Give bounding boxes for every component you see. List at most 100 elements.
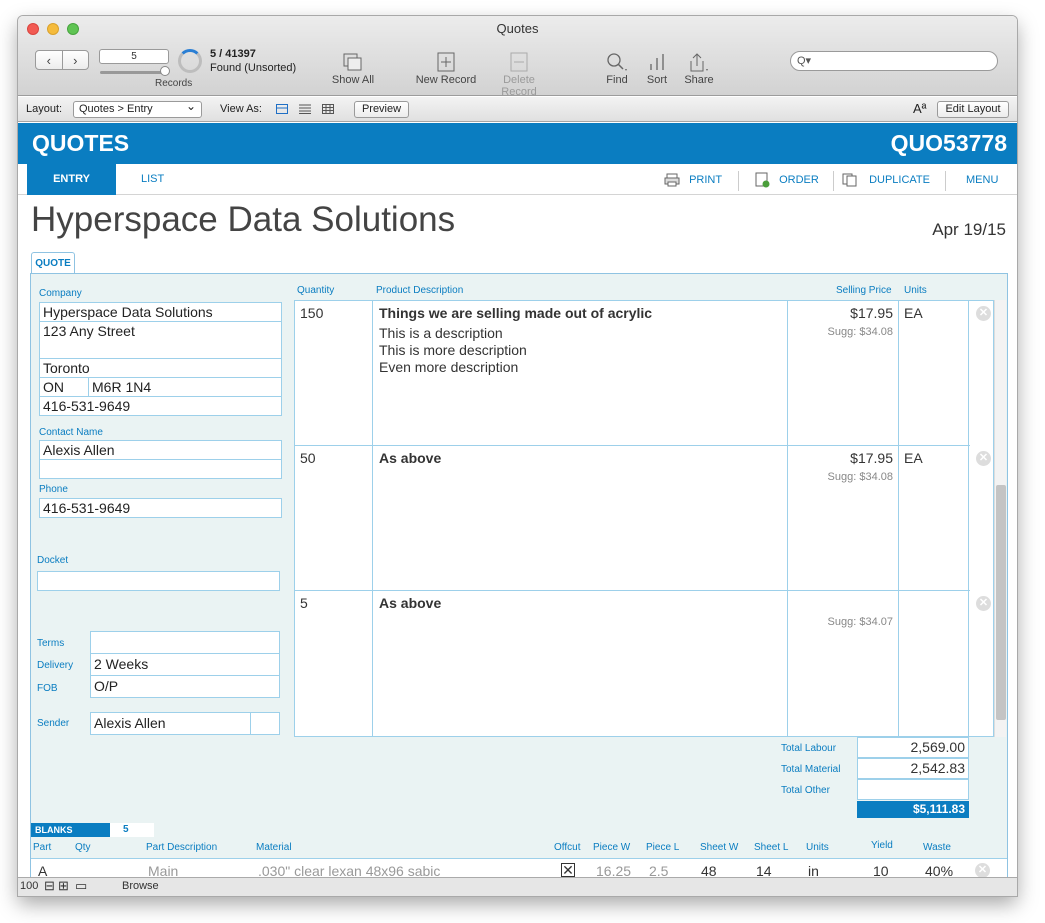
quote-date: Apr 19/15 xyxy=(932,220,1006,239)
record-nav: ‹ › xyxy=(35,50,89,70)
company-heading: Hyperspace Data Solutions xyxy=(31,200,456,239)
form-view-icon[interactable] xyxy=(276,104,288,114)
units-cell[interactable] xyxy=(899,591,969,737)
new-record-button[interactable]: New Record xyxy=(414,50,478,86)
header-title: QUOTES xyxy=(32,130,130,156)
total-labour-label: Total Labour xyxy=(781,743,837,754)
portal-scrollbar[interactable] xyxy=(994,300,1006,737)
blanks-tab[interactable]: BLANKS xyxy=(31,823,110,837)
suggested-price: Sugg: $34.08 xyxy=(827,471,893,483)
delete-record-icon xyxy=(484,50,554,74)
zoom-out-icon[interactable]: ⊟ xyxy=(44,879,55,893)
description-cell[interactable]: Things we are selling made out of acryli… xyxy=(373,301,788,446)
item-line: This is more description xyxy=(379,342,527,358)
tab-quote[interactable]: QUOTE xyxy=(31,252,75,274)
contact-field[interactable]: Alexis Allen xyxy=(39,440,282,460)
zoom-level[interactable]: 100 xyxy=(20,880,38,892)
show-all-button[interactable]: Show All xyxy=(324,50,382,86)
share-button[interactable]: Share xyxy=(684,50,714,86)
divider xyxy=(945,171,946,191)
grand-total: $5,111.83 xyxy=(857,801,969,818)
phone-field[interactable]: 416-531-9649 xyxy=(39,498,282,518)
layout-bar: Layout: Quotes > Entry View As: Preview … xyxy=(18,97,1017,122)
units-cell[interactable]: EA xyxy=(899,301,969,446)
selling-price: $17.95 xyxy=(850,450,893,466)
total-labour-field[interactable]: 2,569.00 xyxy=(857,737,969,758)
offcut-checkbox[interactable]: ✕ xyxy=(561,863,575,877)
price-cell[interactable]: Sugg: $34.07 xyxy=(788,591,899,737)
docket-label: Docket xyxy=(37,555,69,566)
records-label: Records xyxy=(155,78,193,89)
show-all-label: Show All xyxy=(331,74,375,86)
delete-record-label: Delete Record xyxy=(501,74,537,98)
list-view-icon[interactable] xyxy=(299,104,311,114)
description-cell[interactable]: As above xyxy=(373,591,788,737)
sort-icon xyxy=(644,50,670,74)
total-other-field[interactable] xyxy=(857,779,969,800)
table-view-icon[interactable] xyxy=(322,104,334,114)
new-record-icon xyxy=(414,50,478,74)
company-phone-field[interactable]: 416-531-9649 xyxy=(39,396,282,416)
delete-row-icon[interactable]: ✕ xyxy=(976,306,991,321)
order-label: ORDER xyxy=(779,174,819,186)
sort-button[interactable]: Sort xyxy=(644,50,670,86)
quick-find-input[interactable]: Q▾ xyxy=(790,51,998,71)
delete-record-button[interactable]: Delete Record xyxy=(484,50,554,98)
layout-select[interactable]: Quotes > Entry xyxy=(73,99,202,118)
fob-field[interactable]: O/P xyxy=(90,675,280,698)
company-field[interactable]: Hyperspace Data Solutions xyxy=(39,302,282,322)
selling-price: $17.95 xyxy=(850,305,893,321)
toggle-status-area-icon[interactable]: ▭ xyxy=(75,879,87,893)
search-icon: Q▾ xyxy=(797,55,812,67)
blanks-header-sheet-w: Sheet W xyxy=(700,842,739,853)
menu-button[interactable]: MENU xyxy=(966,164,998,195)
record-slider[interactable] xyxy=(100,71,168,74)
text-size-icon[interactable]: Aª xyxy=(913,101,926,116)
description-cell[interactable]: As above xyxy=(373,446,788,591)
tab-entry[interactable]: ENTRY xyxy=(27,164,116,195)
item-title: As above xyxy=(379,450,442,466)
item-line: Even more description xyxy=(379,359,519,375)
phone-label: Phone xyxy=(39,484,68,495)
scrollbar-thumb[interactable] xyxy=(996,485,1006,720)
quote-panel: Company Hyperspace Data Solutions 123 An… xyxy=(30,273,1008,883)
delivery-field[interactable]: 2 Weeks xyxy=(90,653,280,676)
sender-field[interactable]: Alexis Allen xyxy=(90,712,251,735)
next-record-button[interactable]: › xyxy=(63,51,89,69)
divider xyxy=(833,171,834,191)
units-cell[interactable]: EA xyxy=(899,446,969,591)
duplicate-button[interactable]: DUPLICATE xyxy=(842,164,930,195)
contact-field-2[interactable] xyxy=(39,459,282,479)
share-icon xyxy=(684,50,714,74)
find-button[interactable]: Find xyxy=(602,50,632,86)
postal-field[interactable]: M6R 1N4 xyxy=(88,377,282,397)
sort-label: Sort xyxy=(646,74,668,86)
qty-cell[interactable]: 150 xyxy=(295,301,373,446)
delete-row-icon[interactable]: ✕ xyxy=(976,451,991,466)
price-cell[interactable]: $17.95 Sugg: $34.08 xyxy=(788,446,899,591)
province-field[interactable]: ON xyxy=(39,377,89,397)
qty-cell[interactable]: 5 xyxy=(295,591,373,737)
tab-list[interactable]: LIST xyxy=(141,164,164,195)
delete-blank-icon[interactable]: ✕ xyxy=(975,863,990,878)
sender-extra-field[interactable] xyxy=(250,712,280,735)
zoom-in-icon[interactable]: ⊞ xyxy=(58,879,69,893)
print-button[interactable]: PRINT xyxy=(664,164,722,195)
terms-field[interactable] xyxy=(90,631,280,654)
delete-row-icon[interactable]: ✕ xyxy=(976,596,991,611)
edit-layout-button[interactable]: Edit Layout xyxy=(937,101,1009,118)
street-field[interactable]: 123 Any Street xyxy=(39,321,282,359)
record-slider-knob[interactable] xyxy=(160,66,170,76)
quote-number: QUO53778 xyxy=(890,130,1007,156)
record-number-field[interactable]: 5 xyxy=(99,49,169,64)
total-material-field[interactable]: 2,542.83 xyxy=(857,758,969,779)
order-button[interactable]: ORDER xyxy=(754,164,819,195)
prev-record-button[interactable]: ‹ xyxy=(36,51,63,69)
preview-button[interactable]: Preview xyxy=(354,101,409,118)
blanks-header-piece-w: Piece W xyxy=(593,842,631,853)
city-field[interactable]: Toronto xyxy=(39,358,282,378)
line-item-row: 50 As above $17.95 Sugg: $34.08 EA ✕ xyxy=(295,446,991,591)
docket-field[interactable] xyxy=(37,571,280,591)
qty-cell[interactable]: 50 xyxy=(295,446,373,591)
price-cell[interactable]: $17.95 Sugg: $34.08 xyxy=(788,301,899,446)
